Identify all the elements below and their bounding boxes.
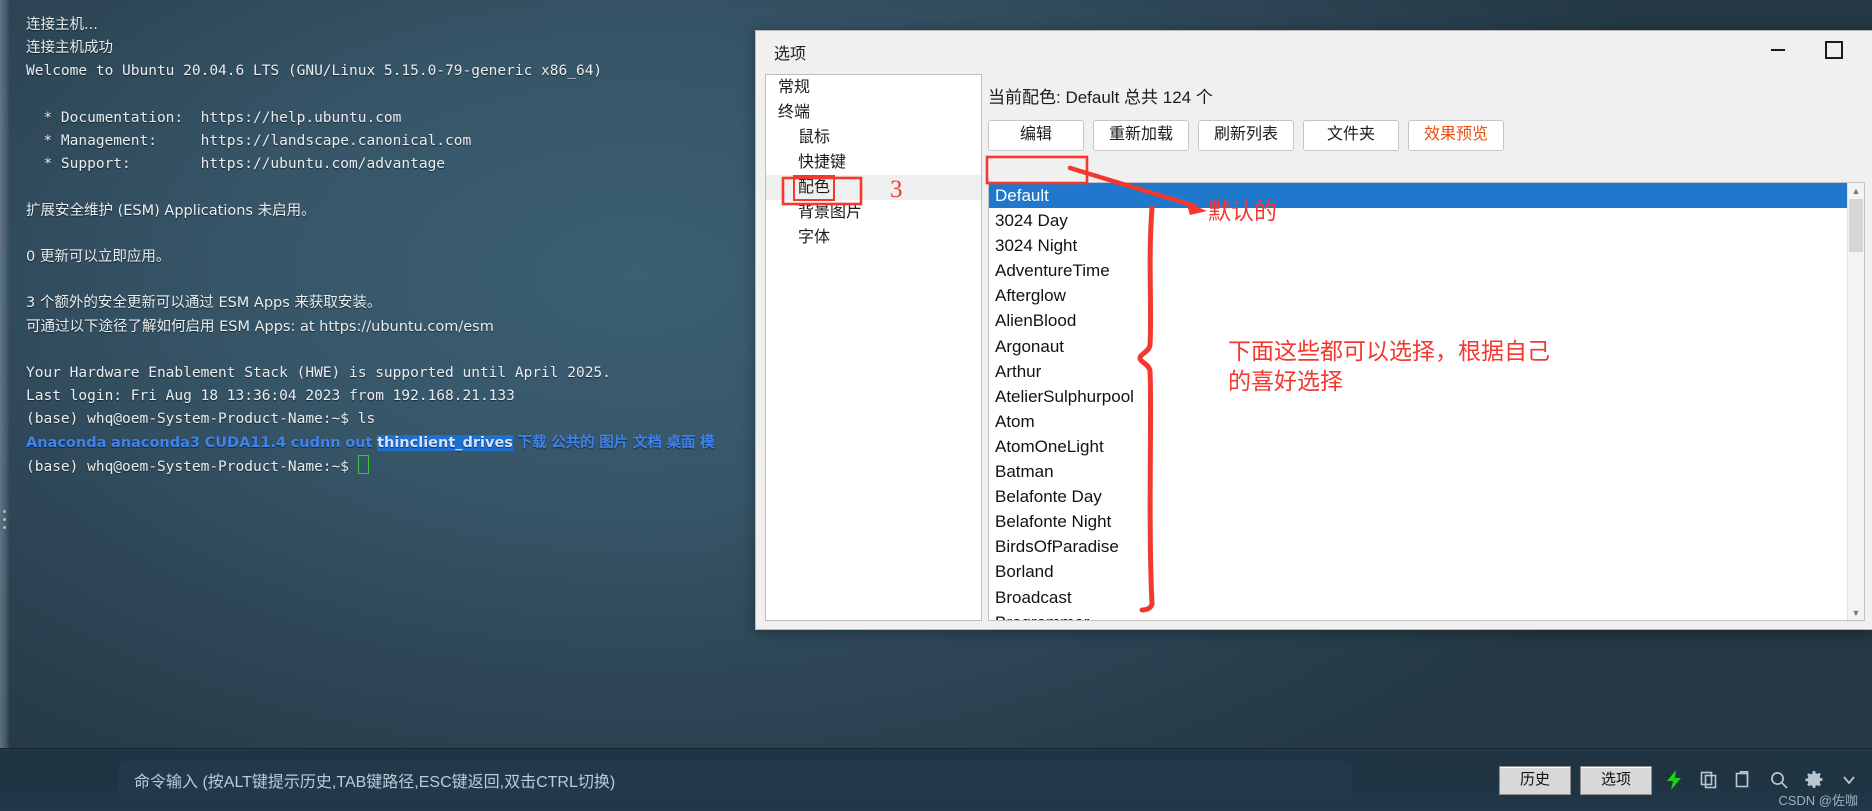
scheme-list-item[interactable]: AtomOneLight: [989, 434, 1848, 459]
ls-entry: 模: [700, 434, 715, 451]
minimize-button[interactable]: [1755, 31, 1801, 69]
ls-entry: out: [345, 434, 373, 451]
settings-nav-list[interactable]: 常规终端鼠标快捷键配色背景图片字体: [765, 74, 982, 621]
dialog-title-bar[interactable]: 选项: [756, 31, 1872, 69]
scheme-button-2[interactable]: 刷新列表: [1198, 120, 1294, 151]
scheme-list-item[interactable]: Belafonte Day: [989, 484, 1848, 509]
scheme-list-item[interactable]: BirdsOfParadise: [989, 534, 1848, 559]
nav-item-label: 终端: [778, 104, 811, 121]
scheme-list-item[interactable]: Arthur: [989, 359, 1848, 384]
scheme-list-item[interactable]: 3024 Night: [989, 233, 1848, 258]
scheme-button-0[interactable]: 编辑: [988, 120, 1084, 151]
nav-item-label: 快捷键: [798, 154, 847, 171]
scheme-list-item[interactable]: 3024 Day: [989, 208, 1848, 233]
ls-entry: 下载: [517, 434, 547, 451]
history-button[interactable]: 历史: [1499, 765, 1571, 795]
nav-item-label: 鼠标: [798, 129, 831, 146]
bottom-command-bar: 命令输入 (按ALT键提示历史,TAB键路径,ESC键返回,双击CTRL切换) …: [0, 748, 1872, 811]
options-button[interactable]: 选项: [1580, 765, 1652, 795]
scheme-list-item[interactable]: Brogrammer: [989, 610, 1848, 620]
sidebar-item-2[interactable]: 鼠标: [766, 125, 981, 150]
scheme-toolbar: 编辑 重新加载 刷新列表 文件夹 效果预览: [988, 120, 1865, 151]
scheme-button-4[interactable]: 效果预览: [1408, 120, 1504, 151]
scheme-list-items[interactable]: Default 3024 Day 3024 Night AdventureTime Af…: [989, 183, 1848, 620]
ls-entry: anaconda3: [110, 434, 201, 451]
watermark: CSDN @佐咖: [1778, 793, 1858, 808]
ls-entry: 文档: [632, 434, 662, 451]
scroll-down-arrow[interactable]: ▼: [1849, 605, 1863, 620]
scheme-list-item[interactable]: Atom: [989, 409, 1848, 434]
lightning-icon[interactable]: [1661, 767, 1687, 793]
scheme-panel: 当前配色: Default 总共 124 个 编辑 重新加载 刷新列表 文件夹 效果预览…: [988, 74, 1865, 621]
ls-entry: thinclient_drives: [377, 434, 513, 451]
command-input-placeholder: 命令输入 (按ALT键提示历史,TAB键路径,ESC键返回,双击CTRL切换): [134, 774, 616, 791]
scrollbar-thumb[interactable]: [1849, 199, 1863, 252]
ls-entry: CUDA11.4: [204, 434, 287, 451]
scheme-list-item[interactable]: Broadcast: [989, 585, 1848, 610]
scheme-list-item[interactable]: AdventureTime: [989, 258, 1848, 283]
window-grip-dots: [3, 505, 9, 534]
copy-icon[interactable]: [1696, 767, 1722, 793]
ls-entry: 公共的: [551, 434, 595, 451]
nav-item-label: 字体: [798, 229, 831, 246]
maximize-button[interactable]: [1811, 31, 1857, 69]
scheme-list-scrollbar[interactable]: ▲ ▼: [1847, 183, 1864, 620]
scheme-list-item[interactable]: Borland: [989, 559, 1848, 584]
scheme-list-item[interactable]: Afterglow: [989, 283, 1848, 308]
sidebar-item-1[interactable]: 终端: [766, 100, 981, 125]
ls-entry: 图片: [599, 434, 629, 451]
scheme-list-item[interactable]: Default: [989, 183, 1848, 209]
scheme-button-3[interactable]: 文件夹: [1303, 120, 1399, 151]
scheme-list-item[interactable]: Batman: [989, 459, 1848, 484]
current-scheme-label: 当前配色: Default 总共 124 个: [988, 88, 1213, 107]
options-dialog: 选项 常规终端鼠标快捷键配色背景图片字体 当前配色: Default 总共 12…: [755, 30, 1872, 630]
nav-item-label: 配色: [792, 175, 836, 201]
nav-item-label: 背景图片: [798, 204, 863, 221]
scheme-list-item[interactable]: AlienBlood: [989, 308, 1848, 333]
ls-entry: 桌面: [666, 434, 696, 451]
scheme-list-item[interactable]: AtelierSulphurpool: [989, 384, 1848, 409]
sidebar-item-4[interactable]: 配色: [766, 175, 981, 201]
sidebar-item-3[interactable]: 快捷键: [766, 150, 981, 175]
sidebar-item-5[interactable]: 背景图片: [766, 200, 981, 225]
paste-icon[interactable]: [1731, 767, 1757, 793]
dialog-title: 选项: [774, 46, 807, 63]
sidebar-item-6[interactable]: 字体: [766, 225, 981, 250]
scheme-list-item[interactable]: Argonaut: [989, 334, 1848, 359]
ls-entry: Anaconda: [26, 434, 107, 451]
sidebar-item-0[interactable]: 常规: [766, 75, 981, 100]
terminal-cursor: [357, 454, 369, 474]
scroll-up-arrow[interactable]: ▲: [1849, 183, 1863, 198]
nav-item-label: 常规: [778, 79, 811, 96]
scheme-list-item[interactable]: Belafonte Night: [989, 509, 1848, 534]
scheme-button-1[interactable]: 重新加载: [1093, 120, 1189, 151]
command-input[interactable]: 命令输入 (按ALT键提示历史,TAB键路径,ESC键返回,双击CTRL切换): [118, 761, 1352, 799]
scheme-list[interactable]: Default 3024 Day 3024 Night AdventureTime Af…: [988, 182, 1865, 621]
ls-entry: cudnn: [290, 434, 341, 451]
